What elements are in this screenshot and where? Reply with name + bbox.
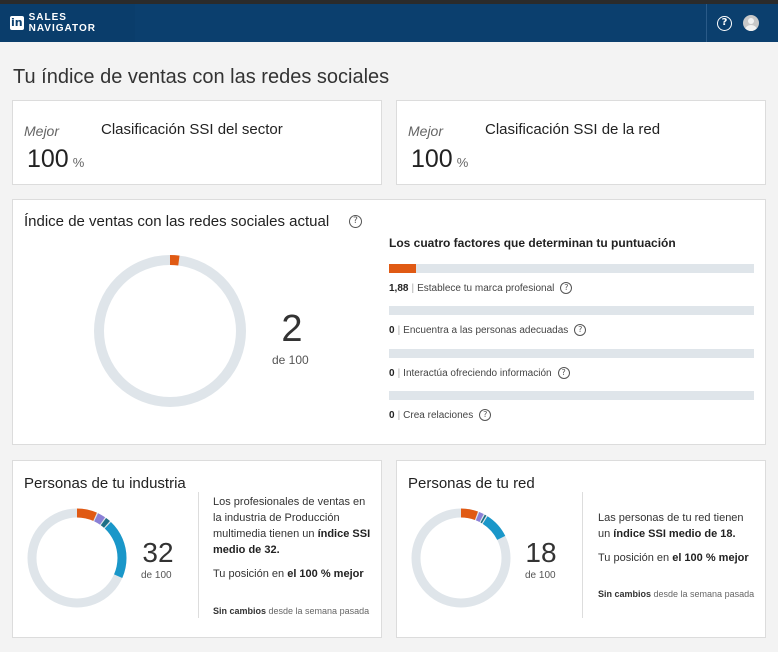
factor-separator: | <box>397 367 401 379</box>
current-ssi-help-icon[interactable]: ? <box>349 215 362 228</box>
factor-bar-fill-brand <box>389 264 417 273</box>
brand-logo[interactable]: in SALES NAVIGATOR <box>0 4 135 42</box>
industry-divider <box>198 492 199 618</box>
page-title: Tu índice de ventas con las redes social… <box>13 66 390 88</box>
factor-value: 0 <box>389 367 395 379</box>
factor-value: 1,88 <box>389 282 409 294</box>
current-ssi-title: Índice de ventas con las redes sociales … <box>24 213 330 230</box>
factor-label-people: 0 | Encuentra a las personas adecuadas ? <box>389 324 587 336</box>
network-change-bold: Sin cambios <box>598 589 652 599</box>
sector-ranking-value: 100% <box>27 145 84 174</box>
industry-position: Tu posición en el 100 % mejor <box>213 566 373 582</box>
sector-ranking-card: Mejor Clasificación SSI del sector 100% <box>12 100 382 185</box>
factor-help-icon[interactable]: ? <box>557 367 570 379</box>
current-ssi-out-of: de 100 <box>272 353 309 367</box>
factor-help-icon[interactable]: ? <box>574 324 587 336</box>
industry-position-bold: el 100 % mejor <box>287 568 364 580</box>
factor-name: Encuentra a las personas adecuadas <box>403 324 569 336</box>
industry-description: Los profesionales de ventas en la indust… <box>213 494 373 558</box>
factor-help-icon[interactable]: ? <box>479 409 492 421</box>
network-out-of: de 100 <box>525 570 556 581</box>
current-ssi-donut <box>94 255 246 407</box>
help-icon[interactable]: ? <box>717 16 732 31</box>
network-divider <box>582 492 583 618</box>
avatar[interactable] <box>743 15 759 31</box>
network-value-unit: % <box>456 155 469 170</box>
network-change-rest: desde la semana pasada <box>651 589 755 599</box>
sector-ranking-heading: Clasificación SSI del sector <box>101 121 283 138</box>
industry-score: 32 <box>142 537 174 568</box>
network-position: Tu posición en el 100 % mejor <box>598 550 758 566</box>
factor-separator: | <box>411 282 415 294</box>
current-ssi-donut-track <box>94 255 246 407</box>
industry-title: Personas de tu industria <box>24 475 186 492</box>
network-score: 18 <box>525 537 557 568</box>
industry-out-of: de 100 <box>141 570 172 581</box>
network-mejor-label: Mejor <box>408 123 444 139</box>
network-change-note: Sin cambios desde la semana pasada <box>598 589 754 599</box>
factor-separator: | <box>397 324 401 336</box>
network-ranking-heading: Clasificación SSI de la red <box>485 121 661 138</box>
factor-value: 0 <box>389 409 395 421</box>
network-people-title: Personas de tu red <box>408 475 535 492</box>
linkedin-logo-icon: in <box>10 16 24 30</box>
factor-help-icon[interactable]: ? <box>560 282 573 294</box>
top-navbar: in SALES NAVIGATOR ? <box>0 4 778 42</box>
industry-position-text: Tu posición en <box>213 568 288 580</box>
factor-value: 0 <box>389 324 395 336</box>
sector-value-number: 100 <box>27 145 69 173</box>
sector-value-unit: % <box>72 155 85 170</box>
network-donut <box>411 508 511 608</box>
network-position-text: Tu posición en <box>598 552 673 564</box>
industry-change-rest: desde la semana pasada <box>266 606 370 616</box>
factor-bar-people <box>389 306 754 315</box>
network-text-bold: índice SSI medio de 18. <box>613 528 736 540</box>
network-value-number: 100 <box>411 145 453 173</box>
factors-title: Los cuatro factores que determinan tu pu… <box>389 236 676 250</box>
sector-mejor-label: Mejor <box>24 123 60 139</box>
factor-label-brand: 1,88 | Establece tu marca profesional ? <box>389 282 573 294</box>
factor-bar-brand <box>389 264 754 273</box>
network-position-bold: el 100 % mejor <box>672 552 749 564</box>
brand-name: SALES NAVIGATOR <box>28 12 96 34</box>
current-ssi-score: 2 <box>281 308 303 350</box>
factor-name: Establece tu marca profesional <box>417 282 555 294</box>
factor-bar-relationships <box>389 391 754 400</box>
network-description: Las personas de tu red tienen un índice … <box>598 510 758 542</box>
industry-donut <box>27 508 127 608</box>
factor-name: Interactúa ofreciendo información <box>403 367 552 379</box>
network-ranking-value: 100% <box>411 145 468 174</box>
nav-divider <box>706 4 707 42</box>
factor-name: Crea relaciones <box>403 409 474 421</box>
industry-change-bold: Sin cambios <box>213 606 267 616</box>
factor-label-relationships: 0 | Crea relaciones ? <box>389 409 492 421</box>
factor-separator: | <box>397 409 401 421</box>
factor-label-insights: 0 | Interactúa ofreciendo información ? <box>389 367 570 379</box>
industry-change-note: Sin cambios desde la semana pasada <box>213 606 369 616</box>
factor-bar-insights <box>389 349 754 358</box>
network-ranking-card: Mejor Clasificación SSI de la red 100% <box>396 100 766 185</box>
